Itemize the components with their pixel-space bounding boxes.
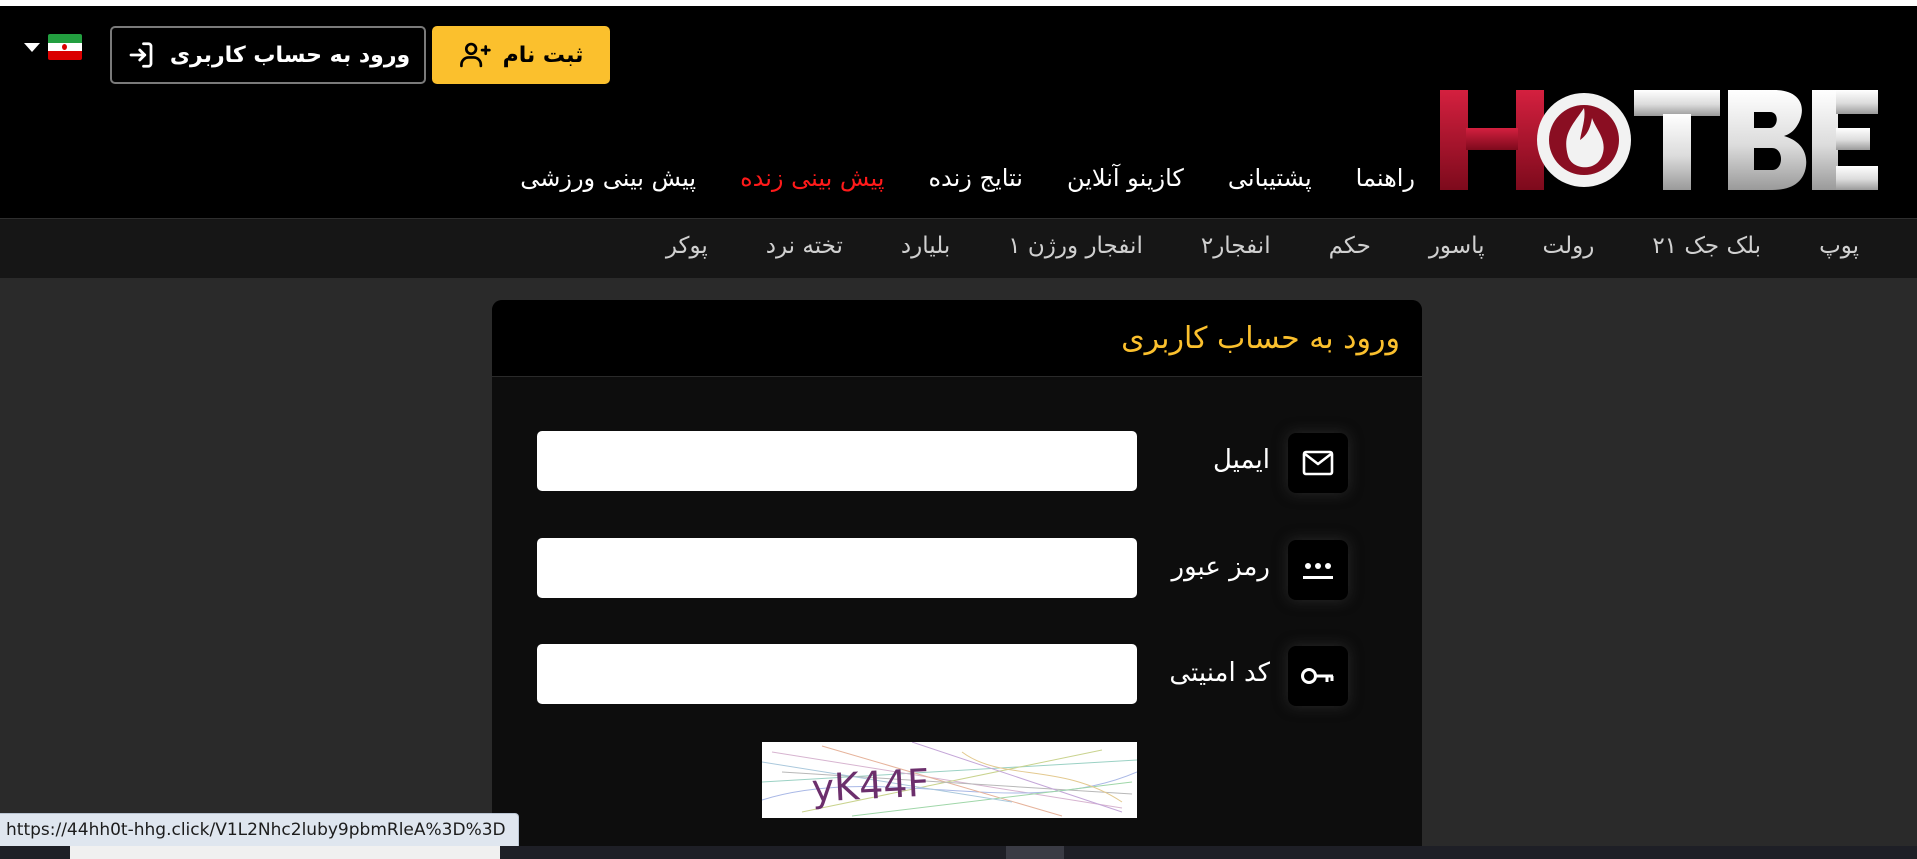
taskbar-search-box[interactable] — [70, 846, 500, 859]
login-button[interactable]: ورود به حساب کاربری — [110, 26, 426, 84]
login-arrow-icon — [129, 42, 153, 68]
os-taskbar — [0, 846, 1917, 859]
game-link-blackjack[interactable]: بلک جک ۲۱ — [1652, 233, 1761, 259]
captcha-label: کد امنیتی — [1169, 658, 1270, 688]
captcha-row: کد امنیتی — [492, 644, 1422, 706]
game-link-roulette[interactable]: رولت — [1543, 233, 1595, 259]
iran-flag-icon[interactable] — [48, 34, 82, 60]
user-plus-icon — [459, 42, 491, 68]
game-link-billiard[interactable]: بلیارد — [901, 233, 950, 259]
nav-help[interactable]: راهنما — [1356, 164, 1415, 192]
login-panel: ورود به حساب کاربری ایمیل رمز عبور کد ام… — [492, 300, 1422, 859]
signup-button-label: ثبت نام — [502, 42, 584, 68]
game-link-pop[interactable]: پوپ — [1819, 233, 1859, 259]
game-link-hokm[interactable]: حکم — [1329, 233, 1371, 259]
game-link-backgammon[interactable]: تخته نرد — [766, 233, 843, 259]
game-link-poker[interactable]: پوکر — [666, 233, 708, 259]
game-link-pasur[interactable]: پاسور — [1429, 233, 1485, 259]
password-label: رمز عبور — [1171, 552, 1270, 582]
browser-status-url: https://44hh0t-hhg.click/V1L2Nhc2luby9pb… — [0, 813, 519, 847]
login-panel-header: ورود به حساب کاربری — [492, 300, 1422, 377]
login-panel-title: ورود به حساب کاربری — [1121, 320, 1400, 356]
game-link-crash-2[interactable]: انفجار۲ — [1201, 233, 1271, 259]
mail-icon — [1288, 433, 1348, 493]
email-label: ایمیل — [1212, 445, 1270, 475]
site-header: ورود به حساب کاربری ثبت نام پیش بینی ورز… — [0, 6, 1917, 218]
hotbet-logo[interactable] — [1436, 84, 1884, 196]
chevron-down-icon[interactable] — [24, 42, 40, 52]
nav-support[interactable]: پشتیبانی — [1228, 164, 1312, 192]
taskbar-active-app[interactable] — [1006, 846, 1064, 859]
game-link-crash-v1[interactable]: انفجار ورژن ۱ — [1008, 233, 1143, 259]
password-input[interactable] — [537, 538, 1137, 598]
signup-button[interactable]: ثبت نام — [432, 26, 610, 84]
nav-online-casino[interactable]: کازینو آنلاین — [1067, 164, 1184, 192]
captcha-input[interactable] — [537, 644, 1137, 704]
captcha-text: yK44F — [811, 761, 931, 811]
email-input[interactable] — [537, 431, 1137, 491]
key-icon — [1288, 646, 1348, 706]
language-selector[interactable] — [24, 34, 82, 60]
nav-sports-betting[interactable]: پیش بینی ورزشی — [520, 164, 696, 192]
password-dots-icon — [1288, 540, 1348, 600]
login-button-label: ورود به حساب کاربری — [169, 42, 411, 68]
games-nav: پوکر تخته نرد بلیارد انفجار ورژن ۱ انفجا… — [0, 218, 1917, 278]
captcha-image: yK44F — [762, 742, 1137, 818]
main-nav: پیش بینی ورزشی پیش بینی زنده نتایج زنده … — [520, 164, 1415, 192]
nav-live-results[interactable]: نتایج زنده — [928, 164, 1022, 192]
email-row: ایمیل — [492, 431, 1422, 493]
nav-live-betting[interactable]: پیش بینی زنده — [740, 164, 884, 192]
password-row: رمز عبور — [492, 538, 1422, 600]
